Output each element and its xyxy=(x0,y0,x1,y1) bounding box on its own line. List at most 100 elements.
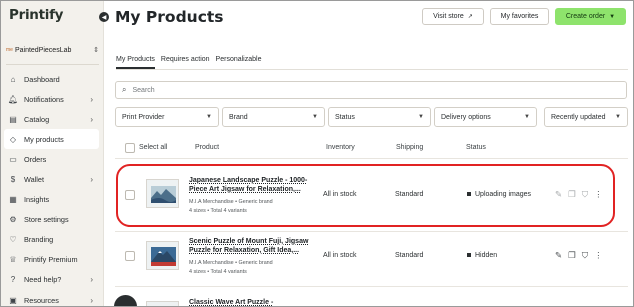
copy-icon[interactable]: ❐ xyxy=(568,250,576,261)
sidebar-item-insights[interactable]: ▦ Insights xyxy=(4,190,99,210)
select-all-checkbox[interactable] xyxy=(125,143,135,153)
caret-down-icon: ▼ xyxy=(206,114,212,120)
sidebar-nav: ⌂ Dashboard 🔔︎ Notifications › ▤ Catalog › ◇ My p… xyxy=(4,69,99,306)
filter-print-provider[interactable]: Print Provider ▼ xyxy=(115,107,219,127)
sidebar-item-label: Orders xyxy=(24,154,47,164)
sidebar-item-label: Catalog xyxy=(24,114,50,124)
row-divider xyxy=(115,231,628,232)
sidebar-item-orders[interactable]: ▭ Orders xyxy=(4,149,99,169)
crown-icon: ♕ xyxy=(9,255,17,265)
sidebar-item-my-products[interactable]: ◇ My products xyxy=(4,129,99,150)
sidebar-item-label: Insights xyxy=(24,195,50,205)
row-divider xyxy=(115,286,628,287)
create-order-button[interactable]: Create order ▼ xyxy=(555,8,626,25)
chevron-right-icon: › xyxy=(90,275,93,285)
caret-down-icon: ▼ xyxy=(615,114,621,120)
product-brand: M.I.A Merchandise • Generic brand xyxy=(189,260,273,266)
header-divider xyxy=(115,158,628,159)
filter-label: Delivery options xyxy=(441,113,491,121)
sidebar-item-label: Store settings xyxy=(24,215,69,225)
search-icon: ⌕ xyxy=(122,85,127,94)
status-indicator xyxy=(467,253,471,258)
sidebar-item-printify-premium[interactable]: ♕ Printify Premium xyxy=(4,250,99,270)
edit-pencil-icon[interactable]: ✎ xyxy=(555,250,562,261)
puzzle-image xyxy=(147,242,178,269)
product-title-line-1[interactable]: Scenic Puzzle of Mount Fuji, Jigsaw xyxy=(189,237,308,246)
sidebar-item-label: Printify Premium xyxy=(24,255,78,265)
box-icon: ▭ xyxy=(9,154,17,164)
shipping-method: Standard xyxy=(395,252,424,259)
tab-personalizable[interactable]: Personalizable xyxy=(216,56,262,69)
product-thumbnail[interactable] xyxy=(146,241,179,270)
tab-requires-action[interactable]: Requires action xyxy=(161,56,210,69)
store-prefix: me xyxy=(6,47,13,53)
my-favorites-button[interactable]: My favorites xyxy=(490,8,549,25)
visit-store-button[interactable]: Visit store ↗ xyxy=(422,8,484,25)
product-title-line-2[interactable]: Puzzle for Relaxation, Gift Idea,... xyxy=(189,246,299,255)
caret-down-icon: ▼ xyxy=(312,114,318,120)
product-title-line-1[interactable]: Classic Wave Art Puzzle - xyxy=(189,298,273,306)
chevron-right-icon: › xyxy=(90,295,93,305)
sidebar-item-label: Resources xyxy=(24,295,59,305)
column-header-inventory: Inventory xyxy=(326,144,355,151)
home-icon: ⌂ xyxy=(10,74,16,84)
sidebar-item-label: My products xyxy=(24,134,64,144)
status-label: Hidden xyxy=(475,252,498,259)
column-header-product: Product xyxy=(195,144,220,151)
row-actions: ✎ ❐ ⛉ ⋮ xyxy=(555,250,609,261)
sidebar-item-catalog[interactable]: ▤ Catalog › xyxy=(4,109,99,129)
chevron-right-icon: › xyxy=(90,175,93,185)
sidebar-item-store-settings[interactable]: ⚙ Store settings xyxy=(4,210,99,230)
gear-icon: ⚙ xyxy=(9,215,17,225)
inventory-status: All in stock xyxy=(323,252,357,259)
app-window: Printify me PaintedPiecesLab ⇕ ⌂ Dashboar… xyxy=(0,0,634,307)
caret-down-icon: ▼ xyxy=(524,114,530,120)
help-icon: ? xyxy=(10,275,16,285)
search-placeholder: Search xyxy=(132,86,155,94)
sidebar-item-label: Notifications xyxy=(24,94,64,104)
sidebar-item-need-help[interactable]: ? Need help? › xyxy=(4,270,99,290)
sidebar-item-label: Wallet xyxy=(24,175,45,185)
page-title: My Products xyxy=(115,8,224,26)
tab-bar: My Products Requires action Personalizab… xyxy=(116,56,267,69)
publish-basket-icon[interactable]: ⛉ xyxy=(582,250,588,261)
select-all-label: Select all xyxy=(139,144,168,151)
sort-dropdown[interactable]: Recently updated ▼ xyxy=(544,107,628,127)
external-link-icon: ↗ xyxy=(467,14,473,20)
filter-label: Print Provider xyxy=(122,113,165,121)
search-input[interactable]: ⌕ Search xyxy=(115,81,627,99)
sidebar-item-dashboard[interactable]: ⌂ Dashboard xyxy=(4,69,99,89)
sidebar-item-branding[interactable]: ♡ Branding xyxy=(4,230,99,250)
store-name: PaintedPiecesLab xyxy=(14,46,72,54)
highlight-annotation xyxy=(116,164,615,227)
visit-store-label: Visit store xyxy=(433,13,464,20)
sidebar-divider xyxy=(6,64,99,65)
product-status: Hidden xyxy=(467,252,497,259)
store-switcher[interactable]: me PaintedPiecesLab ⇕ xyxy=(6,42,99,58)
sidebar-item-notifications[interactable]: 🔔︎ Notifications › xyxy=(4,89,99,109)
chart-icon: ▦ xyxy=(9,195,17,205)
filter-brand[interactable]: Brand ▼ xyxy=(222,107,325,127)
sidebar-item-resources[interactable]: ▣ Resources › xyxy=(4,290,99,306)
bell-icon: 🔔︎ xyxy=(7,94,19,104)
sidebar-item-wallet[interactable]: $ Wallet › xyxy=(4,169,99,189)
filter-delivery-options[interactable]: Delivery options ▼ xyxy=(434,107,537,127)
dollar-icon: $ xyxy=(10,175,16,185)
product-thumbnail[interactable] xyxy=(146,301,179,306)
filter-status[interactable]: Status ▼ xyxy=(328,107,431,127)
sidebar-item-label: Branding xyxy=(24,235,54,245)
caret-down-icon: ▼ xyxy=(609,13,616,20)
back-icon[interactable]: ◀ xyxy=(99,12,109,22)
sidebar-item-label: Dashboard xyxy=(24,74,60,84)
book-icon: ▤ xyxy=(9,114,17,124)
sidebar-item-label: Need help? xyxy=(24,275,62,285)
row-checkbox[interactable] xyxy=(125,251,135,261)
more-options-icon[interactable]: ⋮ xyxy=(594,250,603,261)
printify-logo[interactable]: Printify xyxy=(9,7,63,23)
tabs-divider xyxy=(116,69,628,70)
sidebar: Printify me PaintedPiecesLab ⇕ ⌂ Dashboar… xyxy=(1,1,104,306)
chat-support-icon[interactable] xyxy=(114,295,137,306)
tab-my-products[interactable]: My Products xyxy=(116,56,155,69)
column-header-shipping: Shipping xyxy=(396,144,424,151)
chevron-right-icon: › xyxy=(90,94,93,104)
